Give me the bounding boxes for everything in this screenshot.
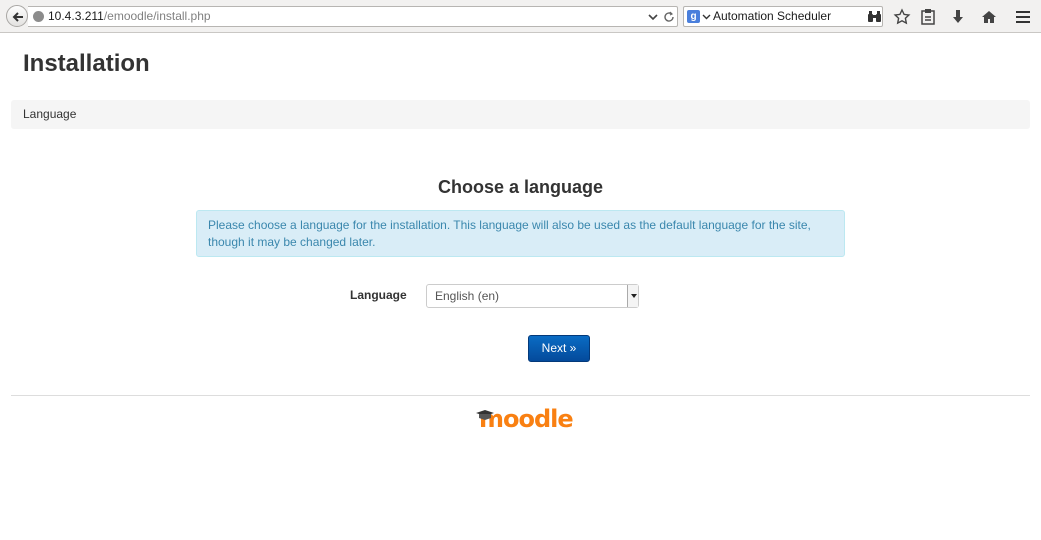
breadcrumb: Language xyxy=(11,100,1030,129)
browser-toolbar: 10.4.3.211/emoodle/install.php g Automat… xyxy=(0,0,1041,33)
menu-icon[interactable] xyxy=(1014,8,1032,26)
google-icon[interactable]: g xyxy=(687,10,700,23)
language-select-value: English (en) xyxy=(435,289,500,303)
url-bar[interactable]: 10.4.3.211/emoodle/install.php xyxy=(28,6,678,27)
back-button[interactable] xyxy=(6,5,28,27)
chevron-down-icon[interactable] xyxy=(702,10,711,24)
moodle-logo: moodle xyxy=(476,405,574,435)
search-bar[interactable]: g Automation Scheduler xyxy=(683,6,883,27)
download-icon[interactable] xyxy=(949,8,967,26)
language-select[interactable]: English (en) xyxy=(426,284,639,308)
binoculars-icon[interactable] xyxy=(867,10,882,24)
footer-divider xyxy=(11,395,1030,396)
chevron-down-icon[interactable] xyxy=(627,285,638,307)
url-text: 10.4.3.211/emoodle/install.php xyxy=(48,9,211,23)
breadcrumb-item-language: Language xyxy=(23,107,77,121)
section-heading: Choose a language xyxy=(437,177,604,197)
home-icon[interactable] xyxy=(980,8,998,26)
chevron-down-icon[interactable] xyxy=(648,10,658,24)
language-label: Language xyxy=(350,288,407,302)
globe-icon xyxy=(33,11,44,22)
reload-icon[interactable] xyxy=(662,9,676,25)
next-button[interactable]: Next » xyxy=(528,335,590,362)
back-arrow-icon xyxy=(12,12,23,22)
info-box: Please choose a language for the install… xyxy=(196,210,845,257)
search-input[interactable]: Automation Scheduler xyxy=(713,9,831,23)
clipboard-icon[interactable] xyxy=(919,8,937,26)
graduation-cap-icon xyxy=(476,410,494,420)
star-icon[interactable] xyxy=(893,8,911,26)
page-title: Installation xyxy=(23,50,150,77)
